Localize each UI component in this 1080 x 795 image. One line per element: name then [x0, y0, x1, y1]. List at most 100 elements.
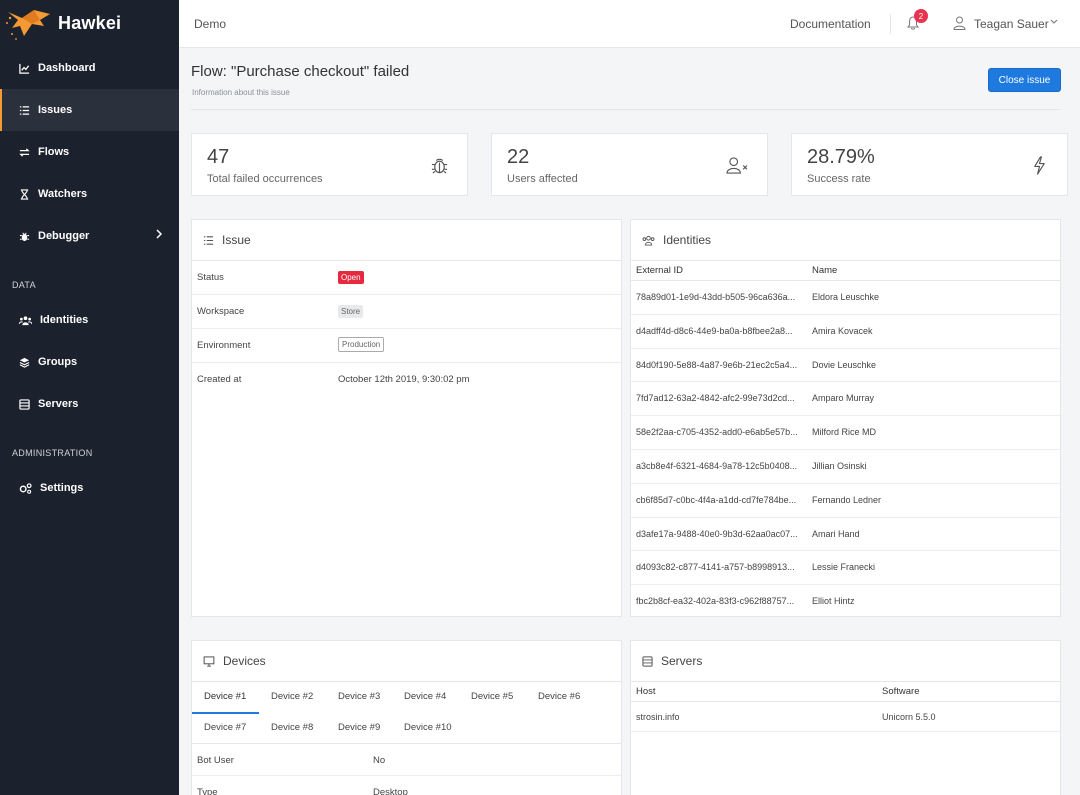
- sidebar-item-label: Issues: [38, 104, 73, 116]
- tab-device-7[interactable]: Device #7: [204, 722, 246, 733]
- gears-icon: [19, 482, 32, 494]
- table-row[interactable]: 78a89d01-1e9d-43dd-b505-96ca636a... Eldor…: [631, 281, 1060, 315]
- stat-label: Total failed occurrences: [207, 173, 323, 185]
- table-row[interactable]: d4adff4d-d8c6-44e9-ba0a-b8fbee2a8... Amir…: [631, 315, 1060, 349]
- user-name[interactable]: Teagan Sauer: [974, 17, 1049, 31]
- documentation-link[interactable]: Documentation: [790, 17, 871, 31]
- cell-external-id: d4093c82-c877-4141-a757-b8998913...: [636, 562, 795, 573]
- stat-label: Users affected: [507, 173, 578, 185]
- row-value: No: [373, 755, 386, 766]
- tab-device-1[interactable]: Device #1: [204, 691, 246, 702]
- devices-panel: Devices Device #1 Device #2 Device #3 De…: [191, 640, 622, 795]
- device-row-type: Type Desktop: [192, 776, 621, 795]
- sidebar: Hawkei Dashboard Issues Flows Watchers D…: [0, 0, 179, 795]
- tab-device-9[interactable]: Device #9: [338, 722, 380, 733]
- sidebar-item-label: Watchers: [38, 188, 88, 200]
- issue-row-workspace: Workspace Store: [192, 295, 621, 329]
- cell-external-id: 58e2f2aa-c705-4352-add0-e6ab5e57b...: [636, 427, 798, 438]
- table-row[interactable]: cb6f85d7-c0bc-4f4a-a1dd-cd7fe784be... Fer…: [631, 484, 1060, 518]
- cell-external-id: a3cb8e4f-6321-4684-9a78-12c5b0408...: [636, 460, 798, 471]
- tab-device-4[interactable]: Device #4: [404, 691, 446, 702]
- sidebar-item-watchers[interactable]: Watchers: [0, 173, 179, 215]
- lightning-icon: [1034, 156, 1045, 175]
- sidebar-section-administration: ADMINISTRATION: [12, 448, 93, 458]
- users-icon: [642, 235, 655, 246]
- table-row[interactable]: strosin.info Unicorn 5.5.0: [631, 702, 1060, 732]
- panel-title: Devices: [223, 654, 266, 668]
- device-tabs: Device #1 Device #2 Device #3 Device #4 …: [192, 682, 621, 744]
- cell-name: Dovie Leuschke: [812, 359, 877, 370]
- table-row[interactable]: a3cb8e4f-6321-4684-9a78-12c5b0408... Jill…: [631, 450, 1060, 484]
- table-row[interactable]: 84d0f190-5e88-4a87-9e6b-21ec2c5a4... Dovi…: [631, 349, 1060, 383]
- notification-badge[interactable]: 2: [914, 9, 928, 23]
- table-row[interactable]: fbc2b8cf-ea32-402a-83f3-c962f88757... Ell…: [631, 585, 1060, 616]
- identities-panel: Identities External ID Name 78a89d01-1e9…: [630, 219, 1061, 617]
- row-key: Created at: [197, 374, 242, 385]
- cell-name: Eldora Leuschke: [812, 292, 880, 302]
- workspace-badge: Store: [338, 305, 364, 318]
- close-issue-button[interactable]: Close issue: [988, 68, 1061, 92]
- issue-row-status: Status Open: [192, 261, 621, 295]
- servers-panel: Servers Host Software strosin.info Unico…: [630, 640, 1061, 795]
- sidebar-section-data: DATA: [12, 280, 36, 290]
- active-tab-indicator: [192, 712, 259, 714]
- table-row[interactable]: 58e2f2aa-c705-4352-add0-e6ab5e57b... Milf…: [631, 416, 1060, 450]
- exchange-icon: [19, 147, 30, 158]
- stat-card-failed-occurrences: 47 Total failed occurrences: [191, 133, 468, 196]
- tab-device-8[interactable]: Device #8: [271, 722, 313, 733]
- cell-name: Amira Kovacek: [812, 325, 873, 336]
- tab-device-10[interactable]: Device #10: [404, 722, 452, 733]
- sidebar-item-label: Flows: [38, 146, 70, 158]
- page-title: Flow: "Purchase checkout" failed: [191, 63, 410, 80]
- panel-header: Issue: [192, 220, 621, 261]
- tab-device-5[interactable]: Device #5: [471, 691, 513, 702]
- chevron-down-icon[interactable]: [1050, 19, 1058, 25]
- hawk-logo-icon: [6, 9, 50, 40]
- row-value: Desktop: [373, 787, 408, 795]
- column-header-software: Software: [882, 686, 920, 697]
- panel-title: Issue: [222, 233, 251, 247]
- issue-row-created-at: Created at October 12th 2019, 9:30:02 pm: [192, 363, 621, 397]
- panel-header: Identities: [631, 220, 1060, 261]
- cell-external-id: d3afe17a-9488-40e0-9b3d-62aa0ac07...: [636, 528, 798, 539]
- row-key: Environment: [197, 340, 251, 351]
- tab-device-6[interactable]: Device #6: [538, 691, 580, 702]
- chevron-right-icon: [156, 229, 163, 239]
- sidebar-item-settings[interactable]: Settings: [0, 467, 179, 509]
- user-icon[interactable]: [953, 16, 966, 30]
- cell-external-id: d4adff4d-d8c6-44e9-ba0a-b8fbee2a8...: [636, 325, 793, 336]
- list-icon: [19, 105, 30, 116]
- stat-value: 47: [207, 146, 230, 168]
- sidebar-item-flows[interactable]: Flows: [0, 131, 179, 173]
- cell-external-id: fbc2b8cf-ea32-402a-83f3-c962f88757...: [636, 596, 795, 607]
- cell-host: strosin.info: [636, 712, 680, 722]
- sidebar-item-label: Debugger: [38, 230, 90, 242]
- stat-card-success-rate: 28.79% Success rate: [791, 133, 1068, 196]
- cell-name: Jillian Osinski: [812, 460, 867, 471]
- monitor-icon: [203, 655, 215, 667]
- issue-row-environment: Environment Production: [192, 329, 621, 363]
- stat-label: Success rate: [807, 173, 871, 185]
- table-row[interactable]: 7fd7ad12-63a2-4842-afc2-99e73d2cd... Ampa…: [631, 382, 1060, 417]
- tab-device-3[interactable]: Device #3: [338, 691, 380, 702]
- column-header-external-id: External ID: [636, 265, 683, 276]
- sidebar-item-dashboard[interactable]: Dashboard: [0, 47, 179, 89]
- sidebar-item-groups[interactable]: Groups: [0, 341, 179, 383]
- table-row[interactable]: d4093c82-c877-4141-a757-b8998913... Lessi…: [631, 551, 1060, 586]
- sidebar-item-servers[interactable]: Servers: [0, 383, 179, 425]
- users-icon: [19, 315, 32, 326]
- row-key: Bot User: [197, 755, 234, 766]
- brand[interactable]: Hawkei: [0, 0, 179, 47]
- sidebar-item-issues[interactable]: Issues: [0, 89, 179, 131]
- tab-device-2[interactable]: Device #2: [271, 691, 313, 702]
- sidebar-item-debugger[interactable]: Debugger: [0, 215, 179, 257]
- sidebar-item-identities[interactable]: Identities: [0, 299, 179, 341]
- environment-badge: Production: [338, 337, 385, 352]
- hourglass-icon: [19, 188, 30, 200]
- stat-value: 28.79%: [807, 146, 875, 168]
- issue-panel: Issue Status Open Workspace Store Enviro…: [191, 219, 622, 617]
- device-row-bot-user: Bot User No: [192, 744, 621, 776]
- app-name: Hawkei: [58, 13, 122, 33]
- breadcrumb[interactable]: Demo: [194, 17, 226, 31]
- table-row[interactable]: d3afe17a-9488-40e0-9b3d-62aa0ac07... Amar…: [631, 518, 1060, 552]
